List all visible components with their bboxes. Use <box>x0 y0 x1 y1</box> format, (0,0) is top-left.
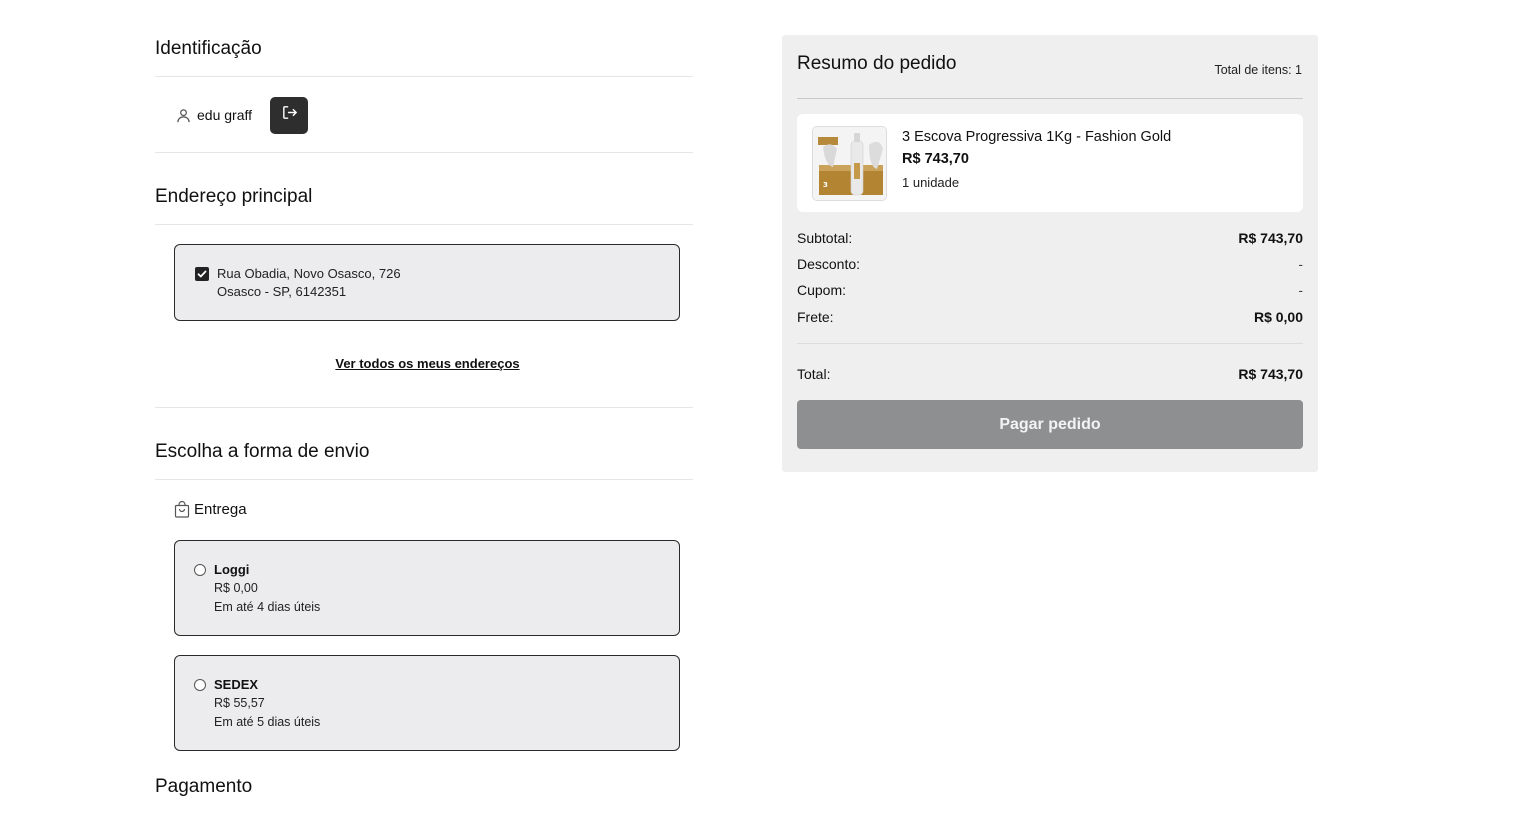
shipping-option-sedex[interactable]: SEDEX R$ 55,57 Em até 5 dias úteis <box>174 655 680 751</box>
address-line-2: Osasco - SP, 6142351 <box>217 284 347 299</box>
coupon-label: Cupom: <box>797 282 847 298</box>
shopping-bag-icon <box>174 501 190 518</box>
divider <box>155 407 693 408</box>
order-summary: Resumo do pedido Total de itens: 1 3 3 E… <box>782 35 1318 472</box>
shipping-option-eta: Em até 5 dias úteis <box>214 715 321 729</box>
user-name: edu graff <box>197 107 253 123</box>
subtotal-label: Subtotal: <box>797 230 853 246</box>
divider <box>797 343 1303 344</box>
payment-title: Pagamento <box>155 776 253 797</box>
shipping-option-price: R$ 55,57 <box>214 696 265 710</box>
logout-button[interactable] <box>270 96 309 134</box>
address-title: Endereço principal <box>155 186 313 207</box>
shipping-label: Frete: <box>797 309 834 325</box>
divider <box>797 98 1303 99</box>
shipping-row: Frete: R$ 0,00 <box>797 309 1303 325</box>
identification-title: Identificação <box>155 38 262 59</box>
user-icon <box>175 107 191 123</box>
discount-label: Desconto: <box>797 256 861 272</box>
shipping-value: R$ 0,00 <box>1253 309 1303 325</box>
discount-row: Desconto: - <box>797 256 1303 272</box>
user-row: edu graff <box>175 96 309 134</box>
divider <box>155 479 693 480</box>
coupon-row: Cupom: - <box>797 282 1303 298</box>
product-image: 3 <box>812 126 887 201</box>
svg-text:3: 3 <box>823 181 828 189</box>
product-quantity: 1 unidade <box>902 175 960 190</box>
logout-icon <box>281 104 298 126</box>
pay-order-button[interactable]: Pagar pedido <box>797 400 1303 449</box>
shipping-option-eta: Em até 4 dias úteis <box>214 600 321 614</box>
summary-title: Resumo do pedido <box>797 53 957 74</box>
shipping-option-name: SEDEX <box>214 677 259 692</box>
shipping-option-name: Loggi <box>214 562 250 577</box>
shipping-option-loggi[interactable]: Loggi R$ 0,00 Em até 4 dias úteis <box>174 540 680 636</box>
divider <box>155 224 693 225</box>
address-checkbox[interactable] <box>195 267 209 281</box>
discount-value: - <box>1298 256 1303 272</box>
coupon-value: - <box>1298 282 1303 298</box>
product-price: R$ 743,70 <box>902 151 969 167</box>
check-icon <box>197 270 207 278</box>
subtotal-row: Subtotal: R$ 743,70 <box>797 230 1303 246</box>
address-line-1: Rua Obadia, Novo Osasco, 726 <box>217 266 401 281</box>
view-all-addresses-link[interactable]: Ver todos os meus endereços <box>155 356 700 371</box>
delivery-header: Entrega <box>174 501 247 518</box>
shipping-radio[interactable] <box>194 679 206 691</box>
divider <box>155 76 693 77</box>
total-row: Total: R$ 743,70 <box>797 366 1303 382</box>
shipping-title: Escolha a forma de envio <box>155 441 370 462</box>
total-value: R$ 743,70 <box>1238 366 1303 382</box>
product-name: 3 Escova Progressiva 1Kg - Fashion Gold <box>902 129 1172 145</box>
subtotal-value: R$ 743,70 <box>1238 230 1303 246</box>
divider <box>155 152 693 153</box>
summary-item-count: Total de itens: 1 <box>1214 63 1302 77</box>
shipping-radio[interactable] <box>194 564 206 576</box>
shipping-option-price: R$ 0,00 <box>214 581 258 595</box>
total-label: Total: <box>797 366 831 382</box>
product-card: 3 3 Escova Progressiva 1Kg - Fashion Gol… <box>797 114 1303 212</box>
address-card[interactable]: Rua Obadia, Novo Osasco, 726 Osasco - SP… <box>174 244 680 321</box>
delivery-label: Entrega <box>194 501 247 518</box>
